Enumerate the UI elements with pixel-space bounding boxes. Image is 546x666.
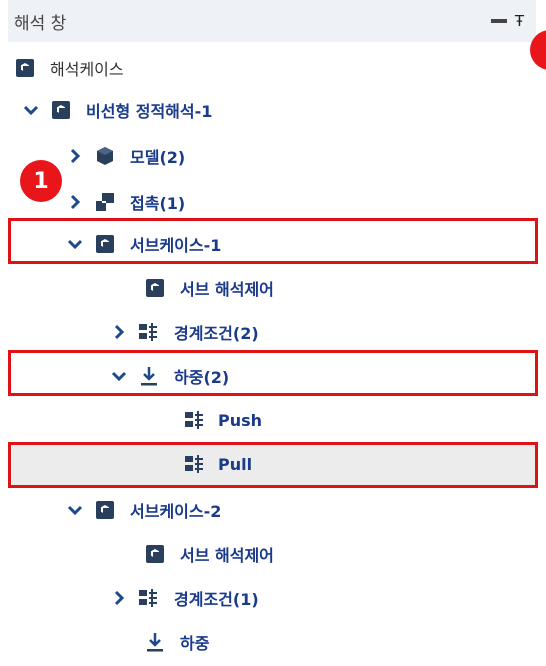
panel-title: 해석 창 <box>14 14 67 34</box>
tree-item-label: 서브 해석제어 <box>180 280 274 299</box>
tree-item-label: 모델(2) <box>130 148 186 167</box>
tree-item-contact[interactable]: 접촉(1) <box>66 184 185 220</box>
tree-item-subcase-1-control[interactable]: 서브 해석제어 <box>144 270 274 306</box>
chevron-down-icon[interactable] <box>22 92 40 128</box>
tree-item-label: 해석케이스 <box>50 60 124 79</box>
highlight-box-load <box>8 350 538 396</box>
tree-item-subcase-2-bc[interactable]: 경계조건(1) <box>110 580 259 616</box>
header-controls: Ŧ <box>490 12 524 30</box>
highlight-box-pull <box>8 442 538 488</box>
minimize-icon[interactable] <box>490 19 507 23</box>
tree-item-subcase-1-bc[interactable]: 경계조건(2) <box>110 314 259 350</box>
analysis-case-icon <box>50 99 72 121</box>
tree-item-label: 서브 해석제어 <box>180 546 274 565</box>
highlight-box-subcase-1 <box>8 218 538 264</box>
tree-item-label: 비선형 정적해석-1 <box>86 102 213 121</box>
control-icon <box>144 543 166 565</box>
tree-item-label: 서브케이스-2 <box>130 502 222 521</box>
load-arrow-icon <box>144 631 166 653</box>
tree-item-root[interactable]: 해석케이스 <box>14 50 124 86</box>
tree-item-model[interactable]: 모델(2) <box>66 138 185 174</box>
tree-item-subcase-2[interactable]: 서브케이스-2 <box>66 492 221 528</box>
boundary-condition-icon <box>138 321 160 343</box>
model-cube-icon <box>94 145 116 167</box>
chevron-right-icon[interactable] <box>66 184 84 220</box>
tree-item-label: 경계조건(2) <box>174 324 259 343</box>
tree-item-subcase-2-control[interactable]: 서브 해석제어 <box>144 536 274 572</box>
chevron-right-icon[interactable] <box>110 580 128 616</box>
case-icon <box>14 57 36 79</box>
chevron-down-icon[interactable] <box>66 492 84 528</box>
tree-item-label: 접촉(1) <box>130 194 186 213</box>
tree-item-label: Push <box>218 410 263 430</box>
chevron-right-icon[interactable] <box>110 314 128 350</box>
tree-item-subcase-2-load[interactable]: 하중 <box>144 624 209 660</box>
step-badge: 1 <box>20 160 62 202</box>
pin-icon[interactable]: Ŧ <box>515 12 524 30</box>
chevron-right-icon[interactable] <box>66 138 84 174</box>
boundary-condition-icon <box>138 587 160 609</box>
control-icon <box>144 277 166 299</box>
tree-item-case[interactable]: 비선형 정적해석-1 <box>22 92 212 128</box>
subcase-icon <box>94 499 116 521</box>
tree-item-load-push[interactable]: Push <box>184 402 262 438</box>
load-case-icon <box>184 409 206 431</box>
tree-item-label: 하중 <box>180 634 210 653</box>
panel-header: 해석 창 Ŧ <box>8 0 536 42</box>
analysis-panel: 해석 창 Ŧ 해석케이스 비선형 정적해석-1 모델(2) 접촉(1) 서브케이… <box>0 0 546 666</box>
tree-item-label: 경계조건(1) <box>174 590 259 609</box>
contact-icon <box>94 191 116 213</box>
